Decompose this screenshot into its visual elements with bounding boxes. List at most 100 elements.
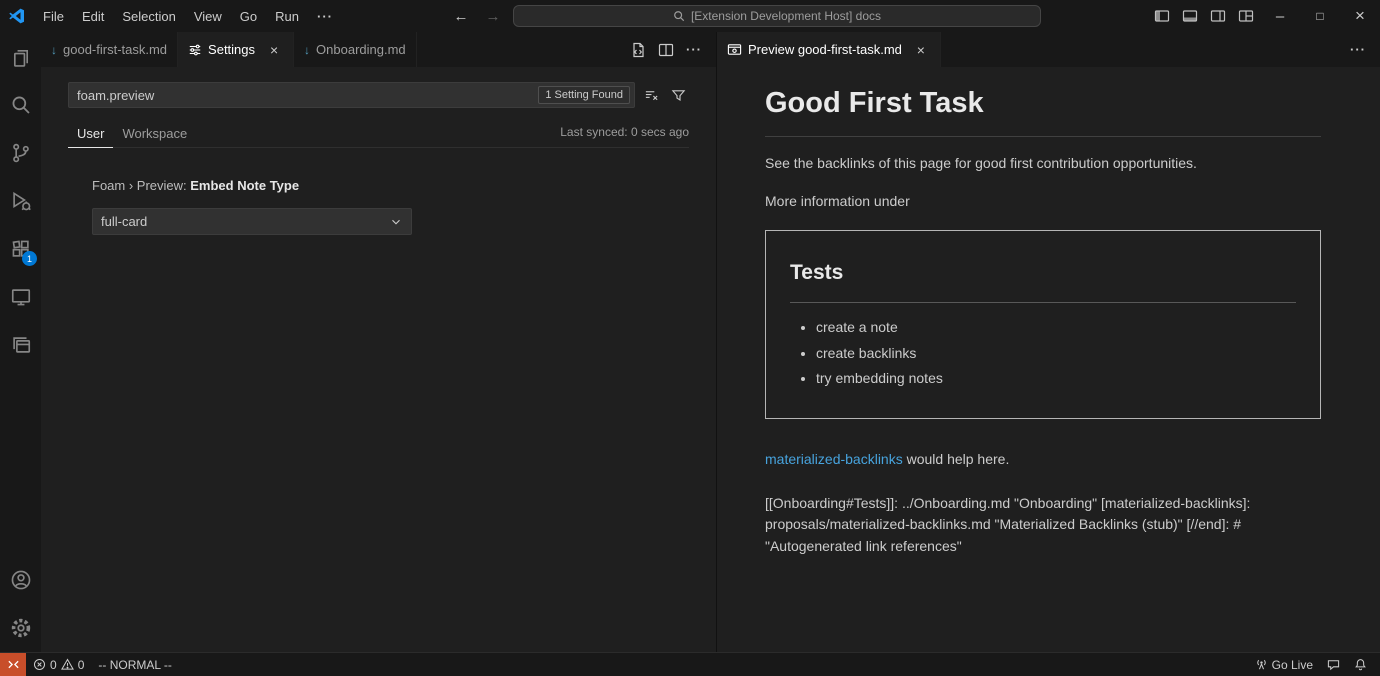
bullet-item: create backlinks <box>816 343 1296 365</box>
setting-title: Foam › Preview: Embed Note Type <box>92 178 689 193</box>
select-value: full-card <box>101 214 147 229</box>
menu-view[interactable]: View <box>185 5 231 28</box>
toggle-sidebar-right-icon[interactable] <box>1204 0 1232 32</box>
tab-label: Onboarding.md <box>316 42 406 57</box>
menubar: File Edit Selection View Go Run ··· <box>34 5 342 28</box>
clear-search-filters-icon[interactable] <box>640 84 662 106</box>
right-tabbar: Preview good-first-task.md × ··· <box>717 32 1380 67</box>
setting-category: Foam › Preview: <box>92 178 190 193</box>
warning-icon <box>61 658 74 671</box>
menu-selection[interactable]: Selection <box>113 5 184 28</box>
setting-item: Foam › Preview: Embed Note Type full-car… <box>92 178 689 235</box>
materialized-backlinks-link[interactable]: materialized-backlinks <box>765 451 903 467</box>
paragraph: More information under <box>765 191 1321 213</box>
remote-indicator[interactable] <box>0 653 26 676</box>
tab-close-icon[interactable]: × <box>265 41 283 59</box>
explorer-icon[interactable] <box>0 33 41 81</box>
problems-status[interactable]: 0 0 <box>26 653 91 676</box>
statusbar-right: Go Live <box>1248 653 1380 676</box>
tab-label: Preview good-first-task.md <box>748 42 902 57</box>
tab-label: Settings <box>208 42 255 57</box>
menu-run[interactable]: Run <box>266 5 308 28</box>
broadcast-icon <box>1255 658 1268 671</box>
paragraph: See the backlinks of this page for good … <box>765 153 1321 175</box>
search-view-icon[interactable] <box>0 81 41 129</box>
settings-results-badge: 1 Setting Found <box>538 86 630 104</box>
tab-good-first-task[interactable]: ↓ good-first-task.md <box>41 32 178 67</box>
embedded-note-title: Tests <box>790 257 1296 303</box>
scope-tab-workspace[interactable]: Workspace <box>113 120 196 147</box>
chevron-down-icon <box>389 215 403 229</box>
editor-group-right: Preview good-first-task.md × ··· Good Fi… <box>716 32 1380 652</box>
menu-file[interactable]: File <box>34 5 73 28</box>
titlebar-right: – □ × <box>1148 0 1380 32</box>
titlebar: File Edit Selection View Go Run ··· ← → … <box>0 0 1380 32</box>
tabbar-filler <box>417 32 626 67</box>
remote-explorer-icon[interactable] <box>0 273 41 321</box>
link-suffix-text: would help here. <box>903 451 1010 467</box>
command-center-label: [Extension Development Host] docs <box>691 9 881 23</box>
extensions-icon[interactable]: 1 <box>0 225 41 273</box>
stacked-windows-icon[interactable] <box>0 321 41 369</box>
vim-mode-status[interactable]: -- NORMAL -- <box>91 653 179 676</box>
remote-icon <box>7 658 20 671</box>
link-references-paragraph: [[Onboarding#Tests]]: ../Onboarding.md "… <box>765 493 1321 558</box>
filter-settings-icon[interactable] <box>667 84 689 106</box>
tab-close-icon[interactable]: × <box>912 41 930 59</box>
embed-note-type-select[interactable]: full-card <box>92 208 412 235</box>
titlebar-left: File Edit Selection View Go Run ··· <box>0 5 342 28</box>
split-editor-icon[interactable] <box>654 38 678 62</box>
vscode-logo-icon <box>0 8 34 24</box>
tab-settings[interactable]: Settings × <box>178 32 294 67</box>
open-settings-json-icon[interactable] <box>626 38 650 62</box>
bullet-item: try embedding notes <box>816 368 1296 390</box>
menu-edit[interactable]: Edit <box>73 5 113 28</box>
more-actions-icon[interactable]: ··· <box>682 38 706 62</box>
settings-search-box: 1 Setting Found <box>68 82 635 108</box>
feedback-icon[interactable] <box>1320 653 1347 676</box>
accounts-icon[interactable] <box>0 556 41 604</box>
workbench: 1 ↓ good-first-task.md Settings <box>0 32 1380 652</box>
forward-arrow-icon[interactable]: → <box>481 8 505 25</box>
markdown-preview: Good First Task See the backlinks of thi… <box>717 67 1380 652</box>
more-actions-icon[interactable]: ··· <box>1346 38 1370 62</box>
tab-label: good-first-task.md <box>63 42 167 57</box>
notifications-bell-icon[interactable] <box>1347 653 1374 676</box>
customize-layout-icon[interactable] <box>1232 0 1260 32</box>
last-synced-label: Last synced: 0 secs ago <box>560 125 689 147</box>
command-center-search[interactable]: [Extension Development Host] docs <box>513 5 1041 27</box>
menu-more-icon[interactable]: ··· <box>308 5 342 28</box>
maximize-button[interactable]: □ <box>1300 0 1340 32</box>
editor-group-left: ↓ good-first-task.md Settings × ↓ Onboar… <box>41 32 716 652</box>
search-icon <box>673 10 685 22</box>
embedded-note-card: Tests create a note create backlinks try… <box>765 230 1321 419</box>
activity-bar: 1 <box>0 32 41 652</box>
settings-gear-icon[interactable] <box>0 604 41 652</box>
settings-tune-icon <box>188 43 202 57</box>
paragraph: materialized-backlinks would help here. <box>765 449 1321 471</box>
go-live-label: Go Live <box>1272 658 1313 672</box>
toggle-sidebar-left-icon[interactable] <box>1148 0 1176 32</box>
menu-go[interactable]: Go <box>231 5 266 28</box>
scope-tab-user[interactable]: User <box>68 120 113 148</box>
left-tabbar: ↓ good-first-task.md Settings × ↓ Onboar… <box>41 32 716 67</box>
source-control-icon[interactable] <box>0 129 41 177</box>
toggle-panel-icon[interactable] <box>1176 0 1204 32</box>
go-live-status[interactable]: Go Live <box>1248 653 1320 676</box>
settings-search-row: 1 Setting Found <box>68 82 689 108</box>
embedded-note-list: create a note create backlinks try embed… <box>790 317 1296 390</box>
tab-onboarding[interactable]: ↓ Onboarding.md <box>294 32 417 67</box>
error-icon <box>33 658 46 671</box>
setting-name: Embed Note Type <box>190 178 299 193</box>
run-debug-icon[interactable] <box>0 177 41 225</box>
error-count: 0 <box>50 658 57 672</box>
tab-preview-good-first-task[interactable]: Preview good-first-task.md × <box>717 32 941 67</box>
window-close-button[interactable]: × <box>1340 0 1380 32</box>
warning-count: 0 <box>78 658 85 672</box>
right-tab-actions: ··· <box>1346 32 1380 67</box>
markdown-content: Good First Task See the backlinks of thi… <box>765 81 1321 558</box>
minimize-button[interactable]: – <box>1260 0 1300 32</box>
back-arrow-icon[interactable]: ← <box>449 8 473 25</box>
settings-search-input[interactable] <box>69 88 538 103</box>
settings-editor: 1 Setting Found User Workspace Last sync… <box>41 67 716 652</box>
